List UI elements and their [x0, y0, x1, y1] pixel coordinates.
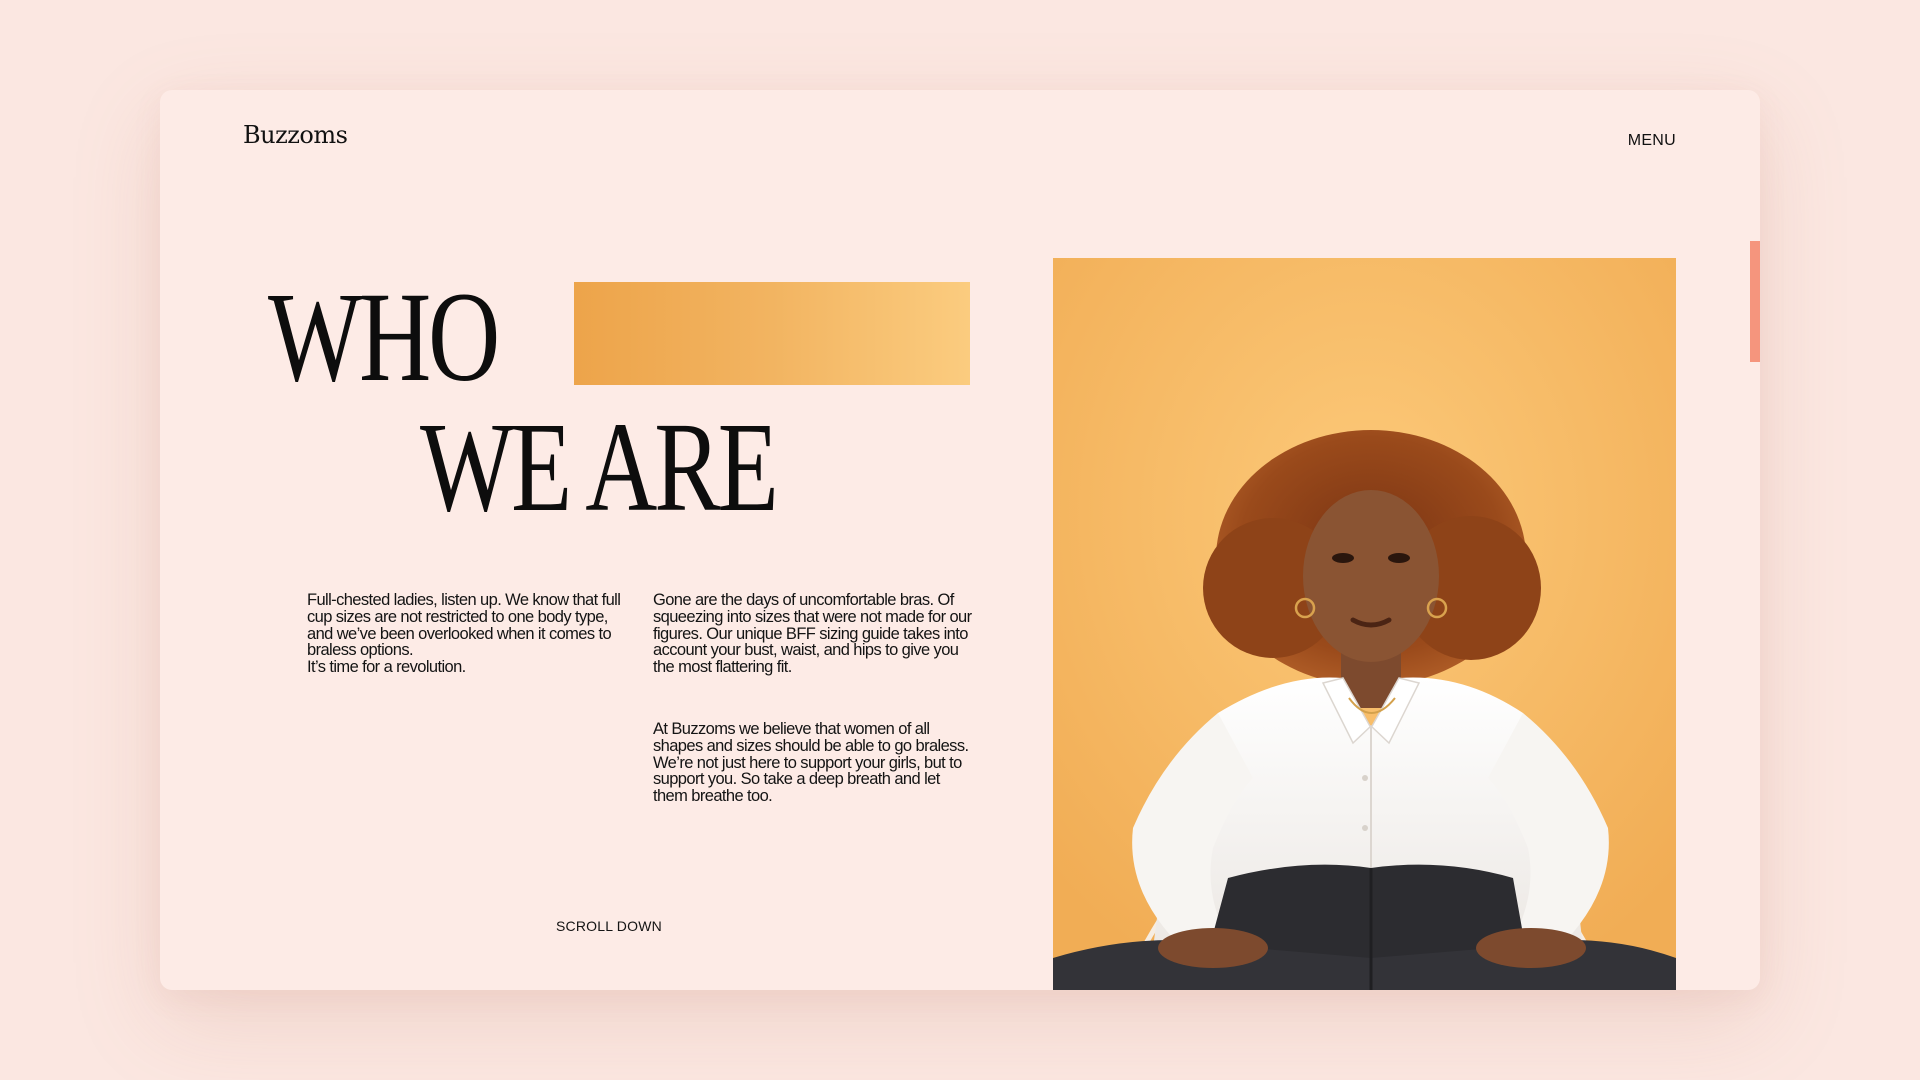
- brand-logo[interactable]: Buzzoms: [243, 121, 348, 149]
- mission-paragraph: At Buzzoms we believe that women of all …: [653, 720, 969, 806]
- portrait-illustration: [1053, 258, 1676, 990]
- intro-tagline: It’s time for a revolution.: [307, 658, 466, 677]
- portrait-photo: [1053, 258, 1676, 990]
- intro-text: Full-chested ladies, listen up. We know …: [307, 591, 621, 660]
- headline-line-2: WE ARE: [420, 396, 779, 538]
- accent-gradient-bar: [574, 282, 970, 385]
- menu-button[interactable]: MENU: [1628, 132, 1676, 150]
- scroll-indicator[interactable]: [1750, 241, 1760, 362]
- fit-paragraph: Gone are the days of uncomfortable bras.…: [653, 591, 972, 677]
- scroll-down-link[interactable]: SCROLL DOWN: [556, 918, 662, 934]
- headline-line-1: WHO: [268, 266, 500, 408]
- intro-paragraph: Full-chested ladies, listen up. We know …: [307, 592, 627, 676]
- page-card: Buzzoms MENU WHO WE ARE Full-chested lad…: [160, 90, 1760, 990]
